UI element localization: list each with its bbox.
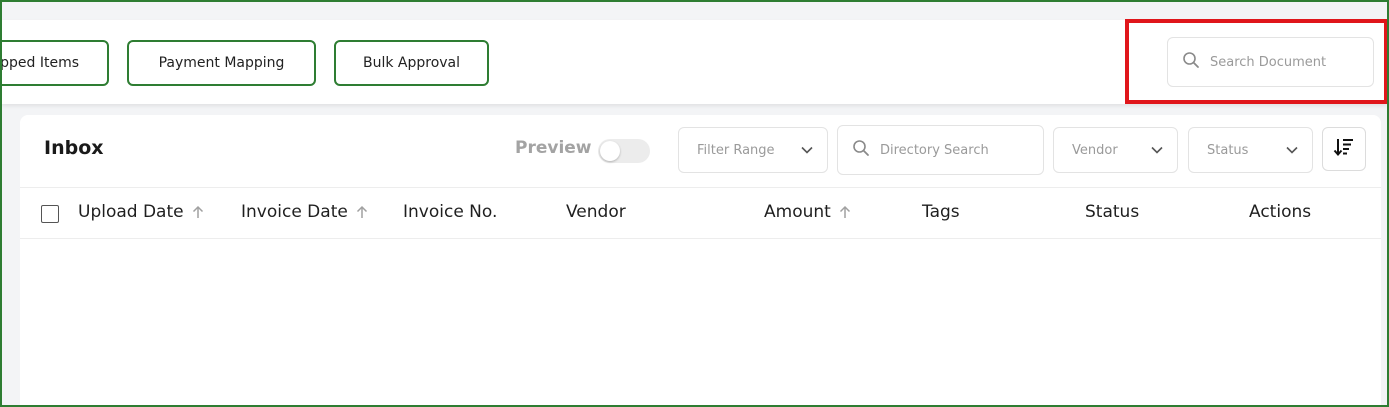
top-toolbar: pped Items Payment Mapping Bulk Approval (2, 20, 1387, 104)
column-label: Invoice No. (403, 202, 498, 222)
toggle-knob (600, 141, 620, 161)
column-label: Upload Date (78, 202, 184, 222)
column-invoice-date[interactable]: Invoice Date (241, 202, 368, 222)
bulk-approval-button[interactable]: Bulk Approval (334, 40, 489, 86)
chevron-down-icon (1151, 143, 1163, 158)
preview-label: Preview (515, 138, 592, 158)
app-frame: pped Items Payment Mapping Bulk Approval… (0, 0, 1389, 407)
column-label: Tags (922, 202, 960, 222)
search-document-input[interactable] (1210, 54, 1360, 70)
sort-button[interactable] (1322, 127, 1366, 171)
column-invoice-no: Invoice No. (403, 202, 497, 222)
search-document-field[interactable] (1167, 37, 1374, 87)
column-actions: Actions (1249, 202, 1311, 222)
directory-search-field[interactable] (837, 125, 1044, 175)
column-label: Amount (764, 202, 831, 222)
column-label: Status (1085, 202, 1140, 222)
sort-arrow-up-icon (839, 205, 851, 219)
select-all-checkbox[interactable] (41, 205, 59, 223)
column-tags: Tags (922, 202, 960, 222)
filter-range-label: Filter Range (697, 142, 775, 158)
sort-arrow-up-icon (356, 205, 368, 219)
payment-mapping-label: Payment Mapping (158, 55, 285, 71)
skipped-items-button[interactable]: pped Items (0, 40, 109, 86)
status-select[interactable]: Status (1188, 127, 1313, 173)
status-select-label: Status (1207, 142, 1249, 158)
search-icon (852, 139, 870, 161)
search-icon (1182, 51, 1200, 73)
payment-mapping-button[interactable]: Payment Mapping (127, 40, 316, 86)
bulk-approval-label: Bulk Approval (362, 55, 461, 71)
column-status: Status (1085, 202, 1139, 222)
inbox-title: Inbox (44, 137, 104, 159)
column-vendor: Vendor (566, 202, 626, 222)
chevron-down-icon (1286, 143, 1298, 158)
inbox-card: Inbox Preview Filter Range Vendor Status (20, 115, 1381, 405)
sort-descending-icon (1333, 136, 1355, 162)
table-body (20, 239, 1381, 405)
preview-toggle[interactable] (598, 139, 650, 163)
skipped-items-label: pped Items (0, 55, 79, 71)
column-label: Actions (1249, 202, 1312, 222)
column-upload-date[interactable]: Upload Date (78, 202, 204, 222)
filter-range-select[interactable]: Filter Range (678, 127, 828, 173)
sort-arrow-up-icon (192, 205, 204, 219)
table-header: Upload Date Invoice Date Invoice No. Ven… (20, 187, 1381, 239)
column-label: Invoice Date (241, 202, 348, 222)
chevron-down-icon (801, 143, 813, 158)
vendor-select-label: Vendor (1072, 142, 1118, 158)
vendor-select[interactable]: Vendor (1053, 127, 1178, 173)
column-amount[interactable]: Amount (764, 202, 851, 222)
column-label: Vendor (566, 202, 626, 222)
directory-search-input[interactable] (880, 142, 1030, 158)
